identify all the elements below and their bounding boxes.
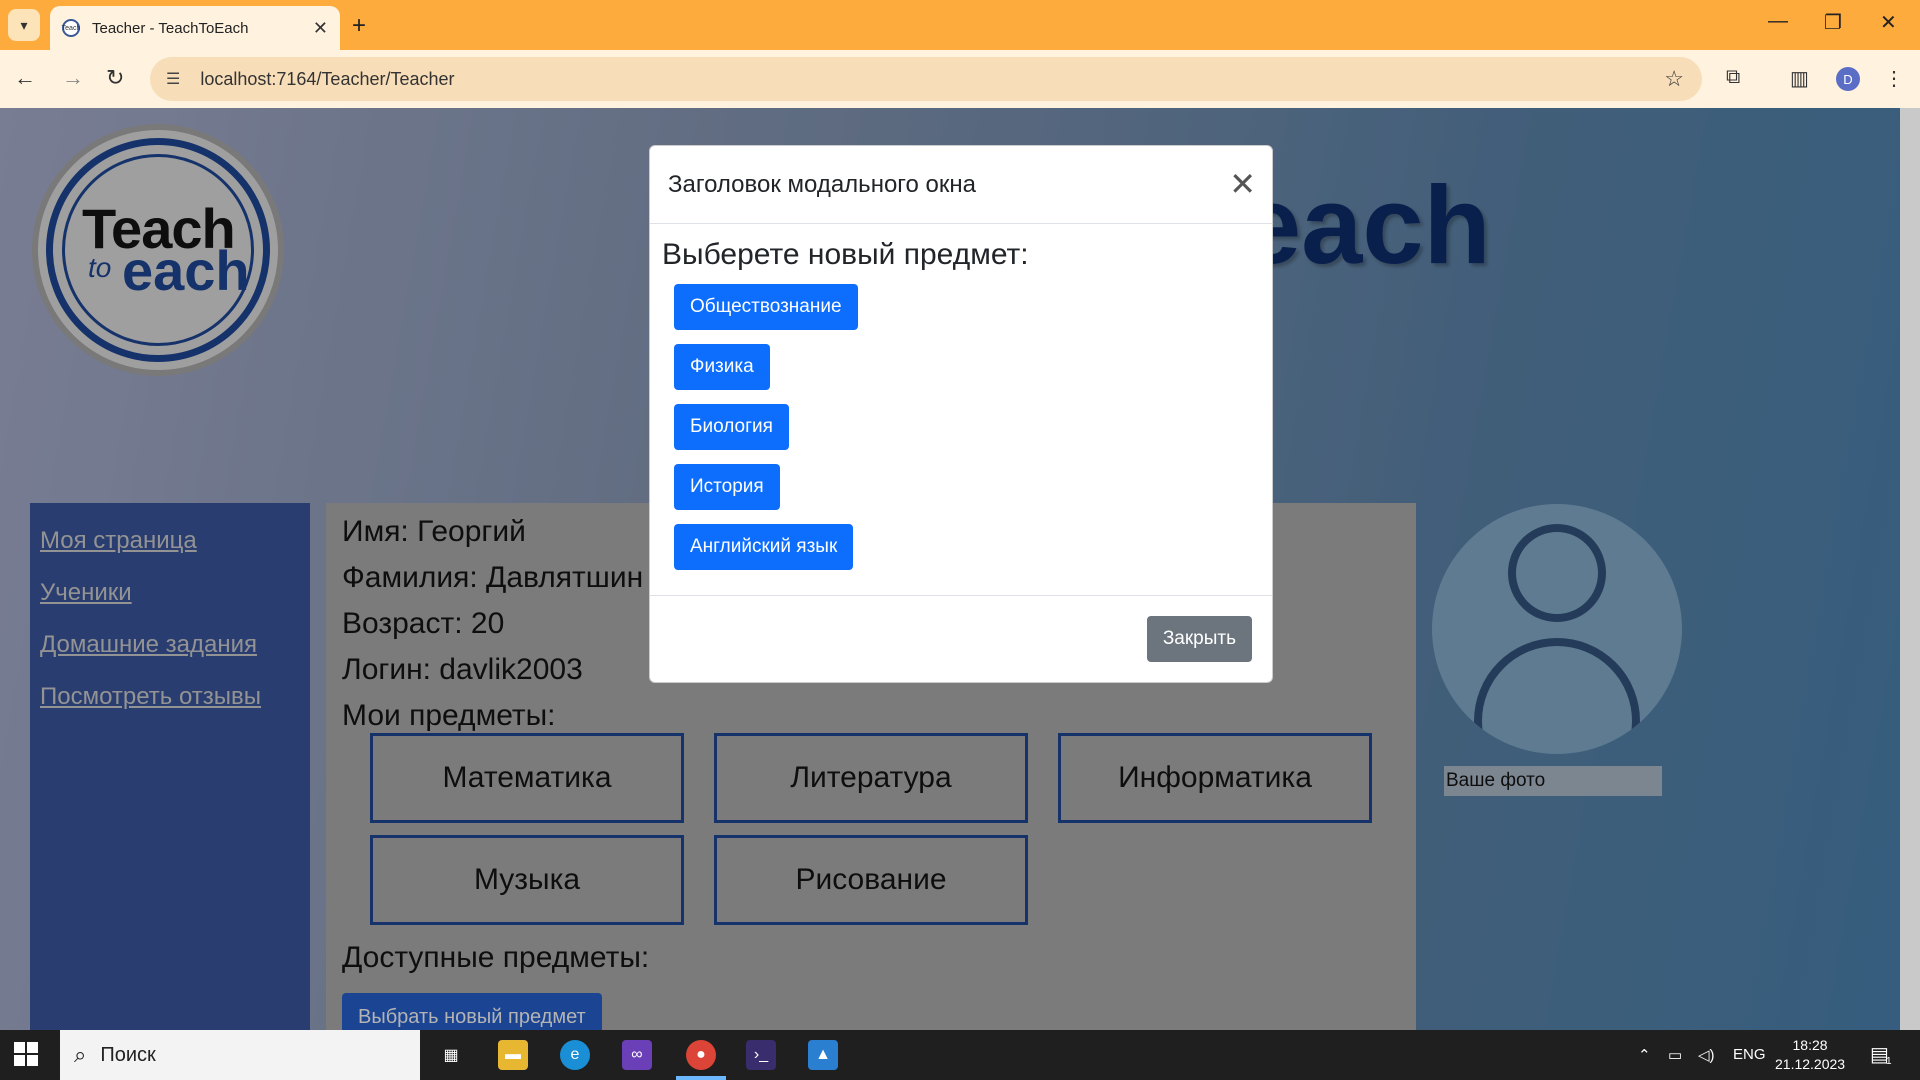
browser-tab[interactable]: Teach Teacher - TeachToEach ✕ xyxy=(50,6,340,50)
clock-date: 21.12.2023 xyxy=(1775,1056,1846,1072)
new-tab-button[interactable]: + xyxy=(352,12,366,40)
subject-modal: Заголовок модального окна ✕ Выберете нов… xyxy=(649,145,1273,683)
side-panel-icon[interactable]: ▥ xyxy=(1790,66,1809,91)
edge-browser-icon[interactable]: e xyxy=(560,1040,590,1070)
search-icon: ⌕ xyxy=(74,1042,87,1067)
site-info-icon[interactable]: ☰ xyxy=(166,69,180,89)
modal-close-button[interactable]: Закрыть xyxy=(1146,616,1252,662)
address-bar[interactable]: ☰ localhost:7164/Teacher/Teacher ☆ xyxy=(150,57,1702,101)
tab-title: Teacher - TeachToEach xyxy=(92,19,249,37)
modal-prompt: Выберете новый предмет: xyxy=(662,238,1029,271)
language-indicator[interactable]: ENG xyxy=(1733,1046,1766,1063)
page-scrollbar[interactable] xyxy=(1900,108,1920,1030)
tray-chevron-up-icon[interactable]: ⌃ xyxy=(1638,1046,1651,1064)
menu-kebab-icon[interactable]: ⋮ xyxy=(1884,66,1904,91)
taskbar-search-placeholder: Поиск xyxy=(100,1043,156,1066)
task-view-icon[interactable]: ▦ xyxy=(436,1040,466,1070)
window-close-icon[interactable]: ✕ xyxy=(1880,10,1897,35)
url-text[interactable]: localhost:7164/Teacher/Teacher xyxy=(200,69,454,90)
subject-option-physics[interactable]: Физика xyxy=(674,344,770,390)
forward-icon[interactable]: → xyxy=(62,65,84,91)
bookmark-star-icon[interactable]: ☆ xyxy=(1664,66,1684,92)
browser-tab-strip: ▾ Teach Teacher - TeachToEach ✕ + — ❐ ✕ xyxy=(0,0,1920,50)
chevron-down-icon: ▾ xyxy=(20,16,28,33)
modal-footer: Закрыть xyxy=(650,596,1272,682)
modal-title: Заголовок модального окна xyxy=(668,170,976,198)
modal-body: Выберете новый предмет: Обществознание Ф… xyxy=(650,224,1272,596)
photos-icon[interactable]: ▲ xyxy=(808,1040,838,1070)
extensions-icon[interactable]: ⧉ xyxy=(1726,66,1740,89)
taskbar-search[interactable]: ⌕ Поиск xyxy=(60,1030,420,1080)
visual-studio-icon[interactable]: ∞ xyxy=(622,1040,652,1070)
minimize-icon[interactable]: — xyxy=(1768,10,1788,33)
favicon-icon: Teach xyxy=(62,19,80,37)
profile-avatar[interactable]: D xyxy=(1836,67,1860,91)
tab-search-button[interactable]: ▾ xyxy=(8,9,40,41)
subject-option-english[interactable]: Английский язык xyxy=(674,524,854,570)
modal-header: Заголовок модального окна ✕ xyxy=(650,146,1272,224)
windows-start-icon[interactable] xyxy=(14,1042,38,1066)
chrome-icon[interactable]: ● xyxy=(686,1040,716,1070)
address-toolbar: ← → ↻ ☰ localhost:7164/Teacher/Teacher ☆… xyxy=(0,50,1920,108)
windows-taskbar: ⌕ Поиск ▦ ▬ e ∞ ● ›_ ▲ ⌃ ▭ ◁) ENG 18:28 … xyxy=(0,1030,1920,1080)
reload-icon[interactable]: ↻ xyxy=(106,65,124,91)
system-clock[interactable]: 18:28 21.12.2023 xyxy=(1775,1036,1845,1074)
close-icon[interactable]: ✕ xyxy=(1229,168,1256,200)
volume-icon[interactable]: ◁) xyxy=(1698,1046,1715,1064)
clock-time: 18:28 xyxy=(1792,1037,1828,1053)
back-icon[interactable]: ← xyxy=(14,65,36,91)
close-icon[interactable]: ✕ xyxy=(313,18,328,39)
subject-option-social-studies[interactable]: Обществознание xyxy=(674,284,858,330)
subject-option-history[interactable]: История xyxy=(674,464,780,510)
terminal-icon[interactable]: ›_ xyxy=(746,1040,776,1070)
notification-count: 1 xyxy=(1886,1056,1892,1067)
restore-icon[interactable]: ❐ xyxy=(1824,10,1842,35)
subject-option-biology[interactable]: Биология xyxy=(674,404,789,450)
file-explorer-icon[interactable]: ▬ xyxy=(498,1040,528,1070)
battery-icon[interactable]: ▭ xyxy=(1668,1046,1682,1064)
active-app-indicator xyxy=(676,1076,726,1080)
